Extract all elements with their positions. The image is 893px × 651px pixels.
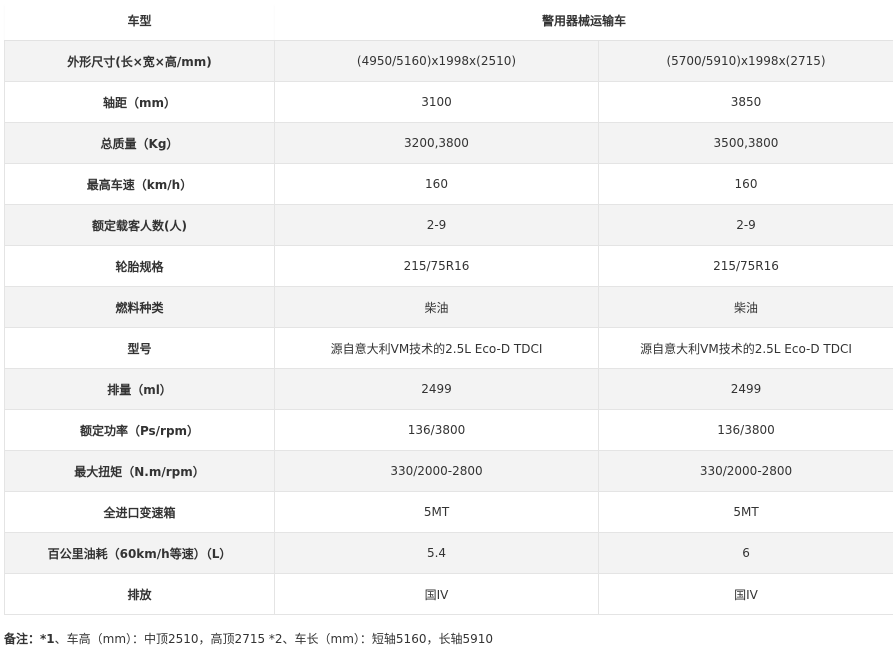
row-value-short: 源自意大利VM技术的2.5L Eco-D TDCI [274,327,599,369]
row-label: 排放 [4,573,275,615]
row-value-long: 国IV [597,573,893,615]
row-value-long: 3850 [597,81,893,123]
row-label: 型号 [4,327,275,369]
table-row: 最大扭矩（N.m/rpm） 330/2000-2800 330/2000-2800 [4,450,893,492]
table-body: 外形尺寸(长×宽×高/mm) (4950/5160)x1998x(2510) (57… [4,40,893,615]
row-label: 最大扭矩（N.m/rpm） [4,450,275,492]
table-row: 外形尺寸(长×宽×高/mm) (4950/5160)x1998x(2510) (57… [4,40,893,82]
row-value-short: 2-9 [274,204,599,246]
row-label: 外形尺寸(长×宽×高/mm) [4,40,275,82]
table-row: 轮胎规格 215/75R16 215/75R16 [4,245,893,287]
row-value-short: 柴油 [274,286,599,328]
table-row: 总质量（Kg） 3200,3800 3500,3800 [4,122,893,164]
row-value-short: (4950/5160)x1998x(2510) [274,40,599,82]
row-value-short: 国IV [274,573,599,615]
row-label: 轴距（mm） [4,81,275,123]
row-value-short: 330/2000-2800 [274,450,599,492]
row-label: 额定功率（Ps/rpm） [4,409,275,451]
row-value-long: 3500,3800 [597,122,893,164]
row-label: 总质量（Kg） [4,122,275,164]
header-vehicle-name: 警用器械运输车 [274,0,893,41]
row-value-short: 3200,3800 [274,122,599,164]
table-row: 排放 国IV 国IV [4,573,893,615]
table-row: 燃料种类 柴油 柴油 [4,286,893,328]
row-value-short: 136/3800 [274,409,599,451]
table-row: 排量（ml） 2499 2499 [4,368,893,410]
row-value-long: 6 [597,532,893,574]
table-row: 全进口变速箱 5MT 5MT [4,491,893,533]
row-label: 轮胎规格 [4,245,275,287]
row-value-long: 2-9 [597,204,893,246]
table-header-row: 车型 警用器械运输车 [4,0,893,41]
row-label: 全进口变速箱 [4,491,275,533]
table-row: 最高车速（km/h） 160 160 [4,163,893,205]
row-value-long: 215/75R16 [597,245,893,287]
table-row: 百公里油耗（60km/h等速）（L） 5.4 6 [4,532,893,574]
row-value-short: 5MT [274,491,599,533]
row-value-short: 160 [274,163,599,205]
row-label: 排量（ml） [4,368,275,410]
row-value-long: 2499 [597,368,893,410]
row-label: 燃料种类 [4,286,275,328]
spec-table: 车型 警用器械运输车 外形尺寸(长×宽×高/mm) (4950/5160)x199… [4,0,893,615]
row-value-short: 215/75R16 [274,245,599,287]
row-value-long: 源自意大利VM技术的2.5L Eco-D TDCI [597,327,893,369]
footnote: 备注：*1、车高（mm）：中顶2510，高顶2715 *2、车长（mm）：短轴5… [4,630,493,647]
row-value-long: 5MT [597,491,893,533]
table-row: 型号 源自意大利VM技术的2.5L Eco-D TDCI 源自意大利VM技术的2.5… [4,327,893,369]
row-value-short: 5.4 [274,532,599,574]
footnote-text: 、车高（mm）：中顶2510，高顶2715 *2、车长（mm）：短轴5160，长… [54,632,494,646]
row-value-short: 3100 [274,81,599,123]
row-value-long: 330/2000-2800 [597,450,893,492]
table-row: 额定功率（Ps/rpm） 136/3800 136/3800 [4,409,893,451]
row-value-short: 2499 [274,368,599,410]
row-value-long: 柴油 [597,286,893,328]
row-label: 百公里油耗（60km/h等速）（L） [4,532,275,574]
row-value-long: 136/3800 [597,409,893,451]
row-label: 最高车速（km/h） [4,163,275,205]
table-row: 额定载客人数(人) 2-9 2-9 [4,204,893,246]
row-value-long: 160 [597,163,893,205]
row-label: 额定载客人数(人) [4,204,275,246]
footnote-prefix: 备注：*1 [4,632,55,646]
table-row: 轴距（mm） 3100 3850 [4,81,893,123]
row-value-long: (5700/5910)x1998x(2715) [597,40,893,82]
header-model-label: 车型 [4,0,275,41]
